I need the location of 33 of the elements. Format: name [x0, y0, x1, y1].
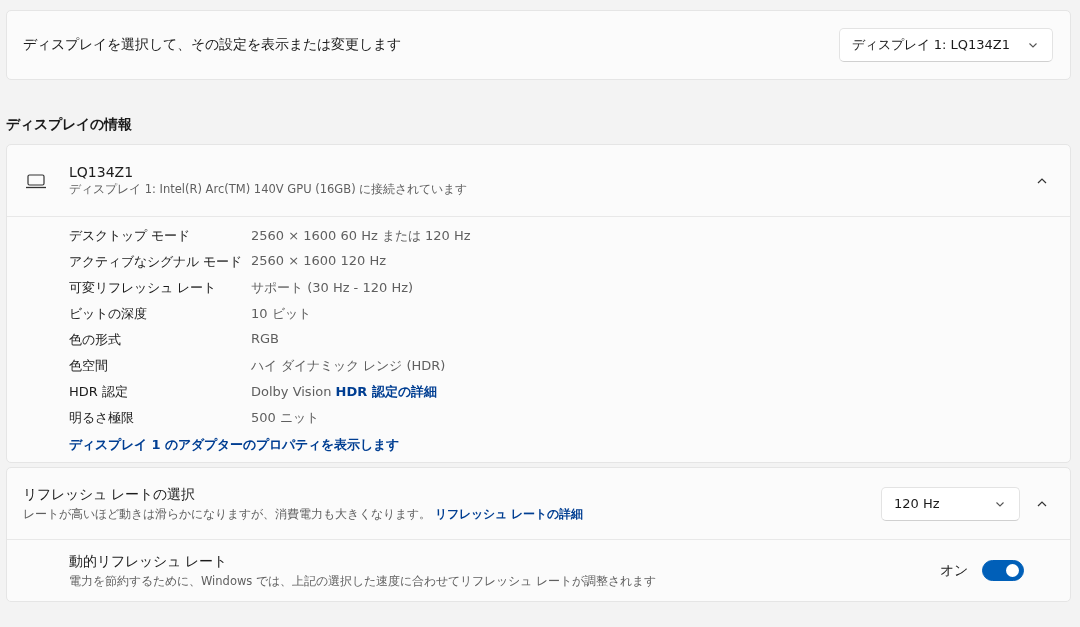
property-value: 2560 × 1600 120 Hz	[251, 253, 386, 268]
toggle-switch[interactable]	[982, 560, 1024, 581]
property-label: アクティブなシグナル モード	[69, 253, 244, 271]
property-value: 2560 × 1600 60 Hz または 120 Hz	[251, 228, 471, 243]
adapter-properties-link[interactable]: ディスプレイ 1 のアダプターのプロパティを表示します	[69, 436, 1070, 454]
property-label: HDR 認定	[69, 383, 129, 401]
display-name: LQ134Z1	[69, 164, 135, 180]
section-heading: ディスプレイの情報	[6, 116, 133, 134]
setting-title: リフレッシュ レートの選択	[23, 485, 197, 504]
property-label: 色の形式	[69, 331, 122, 349]
property-label: 色空間	[69, 357, 109, 375]
property-label: デスクトップ モード	[69, 227, 192, 245]
dropdown[interactable]: ディスプレイ 1: LQ134Z1	[838, 28, 1053, 62]
setting-title: 動的リフレッシュ レート	[69, 552, 229, 571]
toggle-state-label: オン	[940, 561, 968, 580]
property-label: ビットの深度	[69, 305, 148, 323]
property-value: サポート (30 Hz - 120 Hz)	[251, 280, 414, 295]
setting-label: ディスプレイを選択して、その設定を表示または変更します	[23, 36, 401, 54]
property-label: 明るさ極限	[69, 409, 135, 427]
connection-info: ディスプレイ 1: Intel(R) Arc(TM) 140V GPU (16GB) に接続されています	[69, 182, 469, 197]
details-link[interactable]: HDR 認定の詳細	[335, 384, 437, 399]
dropdown[interactable]: 120 Hz	[881, 486, 1020, 521]
property-value: RGB	[251, 331, 280, 346]
chevron-down-icon	[1028, 40, 1038, 50]
setting-description: 電力を節約するために、Windows では、上記の選択した速度に合わせてリフレッシュ レートが調整されます	[69, 573, 657, 589]
property-label: 可変リフレッシュ レート	[69, 279, 218, 297]
setting-description: レートが高いほど動きは滑らかになりますが、消費電力も大きくなります。 リフレッシュ レートの詳細	[23, 506, 584, 522]
property-value: 500 ニット	[251, 410, 319, 425]
property-value: Dolby Vision	[251, 384, 332, 399]
details-link[interactable]: リフレッシュ レートの詳細	[434, 506, 583, 521]
property-value: 10 ビット	[251, 306, 311, 321]
laptop-icon	[25, 172, 47, 189]
property-value: ハイ ダイナミック レンジ (HDR)	[251, 358, 446, 373]
